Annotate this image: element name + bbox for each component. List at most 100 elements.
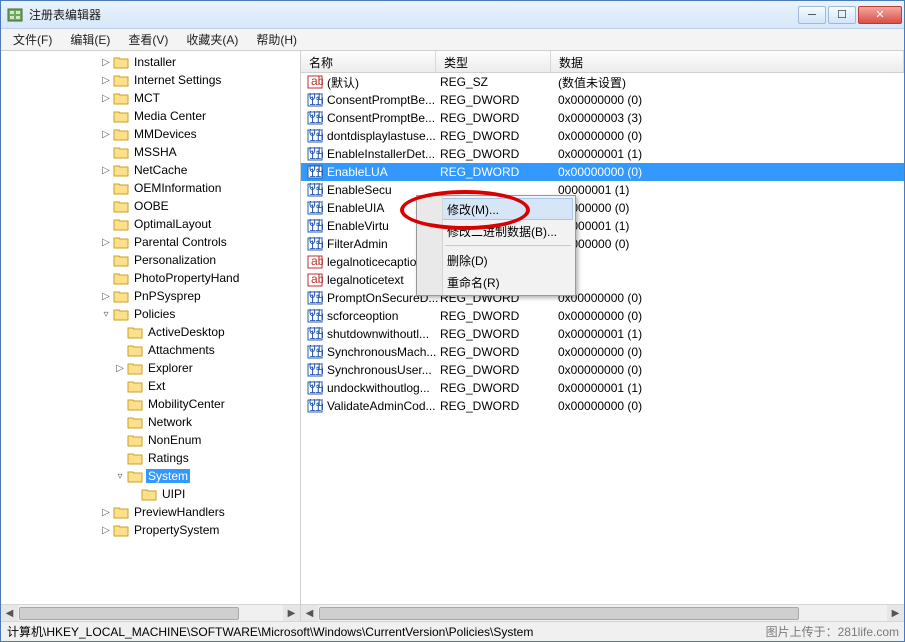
list-row[interactable]: 011110ConsentPromptBe...REG_DWORD0x00000… <box>301 91 904 109</box>
value-name: ValidateAdminCod... <box>327 399 440 413</box>
list-row[interactable]: 011110FilterAdmin00000000 (0) <box>301 235 904 253</box>
folder-icon <box>113 217 129 231</box>
tree-item[interactable]: NonEnum <box>1 431 300 449</box>
reg-dw-icon: 011110 <box>307 291 323 305</box>
svg-text:110: 110 <box>309 94 323 107</box>
expand-icon[interactable]: ▿ <box>99 309 113 320</box>
tree-item[interactable]: PhotoPropertyHand <box>1 269 300 287</box>
tree-item[interactable]: ▷ PreviewHandlers <box>1 503 300 521</box>
minimize-button[interactable]: ─ <box>798 6 826 24</box>
expand-icon[interactable]: ▿ <box>113 471 127 482</box>
value-data: 00000000 (0) <box>558 237 904 251</box>
expand-icon[interactable]: ▷ <box>99 75 113 86</box>
list-row[interactable]: 011110EnableSecu00000001 (1) <box>301 181 904 199</box>
folder-icon <box>113 289 129 303</box>
tree-item[interactable]: ▷ PropertySystem <box>1 521 300 539</box>
list-row[interactable]: 011110SynchronousUser...REG_DWORD0x00000… <box>301 361 904 379</box>
col-type[interactable]: 类型 <box>436 51 551 72</box>
tree-hscroll-thumb[interactable] <box>19 607 239 620</box>
tree-item[interactable]: ▷Explorer <box>1 359 300 377</box>
expand-icon[interactable]: ▷ <box>99 57 113 68</box>
menu-help[interactable]: 帮助(H) <box>248 29 305 50</box>
tree-item[interactable]: OptimalLayout <box>1 215 300 233</box>
tree-item[interactable]: OOBE <box>1 197 300 215</box>
list-hscroll-thumb[interactable] <box>319 607 799 620</box>
list-row[interactable]: 011110shutdownwithoutl...REG_DWORD0x0000… <box>301 325 904 343</box>
expand-icon[interactable]: ▷ <box>113 363 127 374</box>
value-name: ConsentPromptBe... <box>327 93 440 107</box>
folder-icon <box>113 73 129 87</box>
tree-item[interactable]: ▿Policies <box>1 305 300 323</box>
tree-item[interactable]: OEMInformation <box>1 179 300 197</box>
scroll-left-icon[interactable]: ◀ <box>1 605 18 621</box>
tree-label: PreviewHandlers <box>132 505 227 519</box>
tree-item[interactable]: ActiveDesktop <box>1 323 300 341</box>
value-data: 0x00000000 (0) <box>558 345 904 359</box>
col-name[interactable]: 名称 <box>301 51 436 72</box>
menu-file[interactable]: 文件(F) <box>5 29 60 50</box>
tree-item[interactable]: MobilityCenter <box>1 395 300 413</box>
svg-text:110: 110 <box>309 364 323 377</box>
folder-icon <box>141 487 157 501</box>
tree-item[interactable]: Attachments <box>1 341 300 359</box>
tree-item[interactable]: ▷Internet Settings <box>1 71 300 89</box>
tree-scroll[interactable]: ▷Installer▷Internet Settings▷MCTMedia Ce… <box>1 51 300 604</box>
expand-icon[interactable]: ▷ <box>99 291 113 302</box>
tree-hscroll[interactable]: ◀ ▶ <box>1 604 300 621</box>
value-type: REG_DWORD <box>440 93 558 107</box>
menu-view[interactable]: 查看(V) <box>120 29 176 50</box>
close-button[interactable]: ✕ <box>858 6 902 24</box>
list-row[interactable]: 011110undockwithoutlog...REG_DWORD0x0000… <box>301 379 904 397</box>
list-row[interactable]: ab(默认)REG_SZ(数值未设置) <box>301 73 904 91</box>
expand-icon[interactable]: ▷ <box>99 237 113 248</box>
tree-item[interactable]: ▷Parental Controls <box>1 233 300 251</box>
tree-label: PropertySystem <box>132 523 221 537</box>
list-row[interactable]: 011110ConsentPromptBe...REG_DWORD0x00000… <box>301 109 904 127</box>
list-row[interactable]: 011110scforceoptionREG_DWORD0x00000000 (… <box>301 307 904 325</box>
expand-icon[interactable]: ▷ <box>99 93 113 104</box>
scroll-left-icon[interactable]: ◀ <box>301 605 318 621</box>
reg-dw-icon: 011110 <box>307 363 323 377</box>
tree-item[interactable]: ▷NetCache <box>1 161 300 179</box>
list-row[interactable]: 011110EnableVirtu00000001 (1) <box>301 217 904 235</box>
expand-icon[interactable]: ▷ <box>99 165 113 176</box>
list-row[interactable]: 011110EnableLUAREG_DWORD0x00000000 (0) <box>301 163 904 181</box>
value-type: REG_DWORD <box>440 147 558 161</box>
list-row[interactable]: 011110ValidateAdminCod...REG_DWORD0x0000… <box>301 397 904 415</box>
maximize-button[interactable]: ☐ <box>828 6 856 24</box>
list-row[interactable]: 011110dontdisplaylastuse...REG_DWORD0x00… <box>301 127 904 145</box>
list-row[interactable]: 011110SynchronousMach...REG_DWORD0x00000… <box>301 343 904 361</box>
expand-icon[interactable]: ▷ <box>99 525 113 536</box>
registry-tree: ▷Installer▷Internet Settings▷MCTMedia Ce… <box>1 51 300 539</box>
tree-item[interactable]: ▷PnPSysprep <box>1 287 300 305</box>
list-row[interactable]: ablegalnoticecaptionREG_SZ <box>301 253 904 271</box>
menu-edit[interactable]: 编辑(E) <box>62 29 118 50</box>
scroll-right-icon[interactable]: ▶ <box>887 605 904 621</box>
scroll-right-icon[interactable]: ▶ <box>283 605 300 621</box>
value-data: 00000001 (1) <box>558 183 904 197</box>
menu-favorites[interactable]: 收藏夹(A) <box>178 29 246 50</box>
tree-item[interactable]: Ratings <box>1 449 300 467</box>
list-hscroll[interactable]: ◀ ▶ <box>301 604 904 621</box>
folder-icon <box>113 199 129 213</box>
tree-item[interactable]: Ext <box>1 377 300 395</box>
tree-item[interactable]: Media Center <box>1 107 300 125</box>
tree-item[interactable]: Network <box>1 413 300 431</box>
tree-item[interactable]: ▷MCT <box>1 89 300 107</box>
tree-item[interactable]: UIPI <box>1 485 300 503</box>
tree-item[interactable]: MSSHA <box>1 143 300 161</box>
tree-item[interactable]: ▷Installer <box>1 53 300 71</box>
expand-icon[interactable]: ▷ <box>99 129 113 140</box>
tree-item[interactable]: ▷MMDevices <box>1 125 300 143</box>
content-area: ▷Installer▷Internet Settings▷MCTMedia Ce… <box>1 51 904 621</box>
col-data[interactable]: 数据 <box>551 51 904 72</box>
tree-item[interactable]: ▿System <box>1 467 300 485</box>
list-row[interactable]: 011110EnableInstallerDet...REG_DWORD0x00… <box>301 145 904 163</box>
list-row[interactable]: 011110EnableUIA00000000 (0) <box>301 199 904 217</box>
expand-icon[interactable]: ▷ <box>99 507 113 518</box>
list-row[interactable]: ablegalnoticetextREG_SZ <box>301 271 904 289</box>
tree-label: ActiveDesktop <box>146 325 227 339</box>
reg-dw-icon: 011110 <box>307 399 323 413</box>
list-row[interactable]: 011110PromptOnSecureD...REG_DWORD0x00000… <box>301 289 904 307</box>
tree-item[interactable]: Personalization <box>1 251 300 269</box>
